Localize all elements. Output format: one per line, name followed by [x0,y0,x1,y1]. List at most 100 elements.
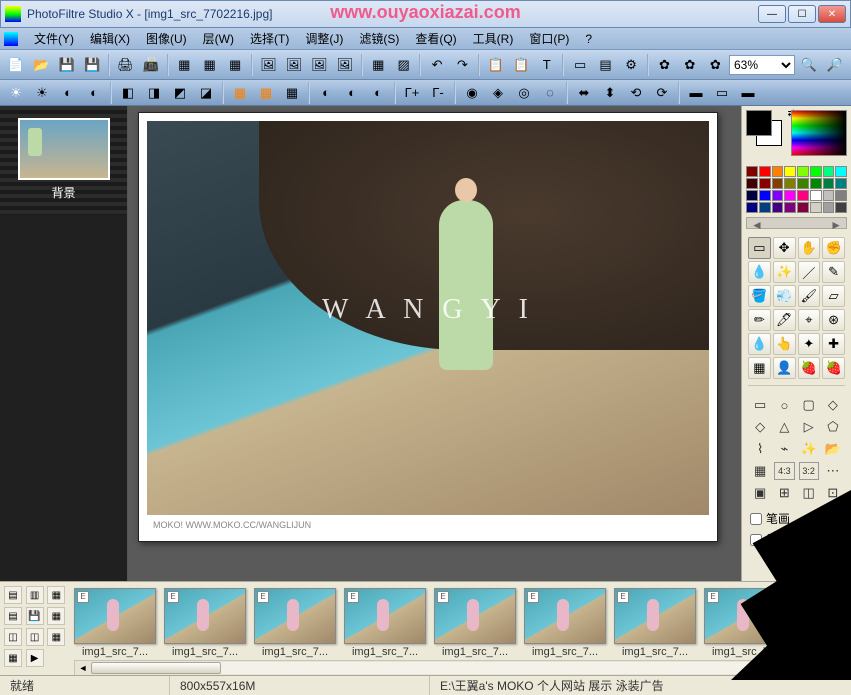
text-icon[interactable]: T [535,53,558,77]
eraser-tool-icon[interactable]: ▱ [822,285,845,307]
flip-h-icon[interactable]: ⬌ [572,81,596,105]
saveas-icon[interactable]: 💾 [80,53,103,77]
polygon-shape-icon[interactable]: ⬠ [823,418,843,436]
pan-tool-icon[interactable]: ✊ [822,237,845,259]
guides-icon[interactable]: ⊞ [774,484,794,502]
module-icon[interactable]: ▬ [736,81,760,105]
pen-tool-icon[interactable]: ✎ [822,261,845,283]
palette-swatch[interactable] [823,178,835,189]
thumb-tool-icon[interactable]: ▦ [47,586,65,604]
maximize-button[interactable]: ☐ [788,5,816,23]
triangle2-shape-icon[interactable]: ▷ [799,418,819,436]
open-icon[interactable]: 📂 [29,53,52,77]
thumbnail-image[interactable] [524,588,606,644]
saturation-minus-icon[interactable]: ◩ [168,81,192,105]
palette-swatch[interactable] [810,178,822,189]
wand-tool-icon[interactable]: ✨ [773,261,796,283]
thumb-tool-icon[interactable]: ◫ [26,628,44,646]
gamma-auto-plus-icon[interactable]: Γ+ [400,81,424,105]
layers-icon[interactable]: ▤ [594,53,617,77]
scroll-left-icon[interactable]: ◄ [75,661,91,675]
ratio-shape-icon[interactable]: ▦ [750,462,770,480]
palette-swatch[interactable] [759,190,771,201]
redo-icon[interactable]: ↷ [451,53,474,77]
automate-icon[interactable]: ⚙ [619,53,642,77]
palette-swatch[interactable] [797,166,809,177]
blur-tool-icon[interactable]: 💧 [748,333,771,355]
fullscreen-icon[interactable]: 🖼 [333,53,356,77]
image-size-icon[interactable]: ▦ [173,53,196,77]
thumb-tool-icon[interactable]: ▤ [4,607,22,625]
thumbnail-image[interactable] [434,588,516,644]
zoom-select[interactable]: 63% [729,55,795,75]
palette-swatch[interactable] [835,178,847,189]
contrast-minus-icon[interactable]: ◐ [56,81,80,105]
palette-scroll[interactable]: ◄► [746,217,847,229]
line-tool-icon[interactable]: ／ [798,261,821,283]
nozzle-tool-icon[interactable]: 🍓 [798,357,821,379]
preview-icon[interactable]: 🖼 [308,53,331,77]
thumb-tool-icon[interactable]: ▦ [4,649,22,667]
plugin3-icon[interactable]: ✿ [704,53,727,77]
saturation-plus-icon[interactable]: ◪ [194,81,218,105]
stroke-checkbox[interactable] [750,513,762,525]
thumbnail-item[interactable]: img1_src_7... [614,588,696,658]
system-menu-icon[interactable] [4,32,18,46]
thumbnail-item[interactable]: img1_src_7... [524,588,606,658]
sepia-icon[interactable]: ◐ [340,81,364,105]
palette-swatch[interactable] [746,202,758,213]
palette-swatch[interactable] [772,178,784,189]
retouch-tool-icon[interactable]: ✦ [798,333,821,355]
minimize-button[interactable]: — [758,5,786,23]
wand-shape-icon[interactable]: ✨ [799,440,819,458]
folder-shape-icon[interactable]: 📂 [823,440,843,458]
thumbnail-item[interactable]: img1_src_7... [74,588,156,658]
thumb-scrollbar[interactable]: ◄ ► [74,660,847,675]
noise-icon[interactable]: ◌ [538,81,562,105]
marquee-icon[interactable]: ◫ [799,484,819,502]
thumb-tool-icon[interactable]: ▦ [47,628,65,646]
palette-swatch[interactable] [759,166,771,177]
clone-tool-icon[interactable]: ⌖ [798,309,821,331]
rgb-icon[interactable]: ▦ [367,53,390,77]
hue-icon[interactable]: ▦ [280,81,304,105]
rect-shape-icon[interactable]: ▭ [750,396,770,414]
palette-swatch[interactable] [746,178,758,189]
thumbnail-item[interactable]: img1_src_7... [254,588,336,658]
palette-swatch[interactable] [784,178,796,189]
selection-tool-icon[interactable]: ▭ [748,237,771,259]
ellipse-shape-icon[interactable]: ○ [774,396,794,414]
thumbnail-item[interactable]: img1_src_7... [434,588,516,658]
palette-swatch[interactable] [835,190,847,201]
art-tool-icon[interactable]: 🍓 [822,357,845,379]
menu-image[interactable]: 图像(U) [138,30,195,47]
pencil-tool-icon[interactable]: ✏ [748,309,771,331]
brightness-plus-icon[interactable]: ☀ [30,81,54,105]
rotate-left-icon[interactable]: ⟲ [624,81,648,105]
palette-swatch[interactable] [823,166,835,177]
selection-icon[interactable]: ▭ [568,53,591,77]
thumbnail-item[interactable]: img1_src_7... [344,588,426,658]
menu-window[interactable]: 窗口(P) [521,30,577,47]
menu-view[interactable]: 查看(Q) [407,30,464,47]
save-icon[interactable]: 💾 [55,53,78,77]
hand-tool-icon[interactable]: ✋ [798,237,821,259]
thumb-tool-icon[interactable]: ▦ [47,607,65,625]
color-spectrum[interactable] [791,110,847,156]
palette-swatch[interactable] [772,190,784,201]
thumb-tool-icon[interactable]: ◫ [4,628,22,646]
advbrush-tool-icon[interactable]: 🖊 [773,309,796,331]
menu-select[interactable]: 选择(T) [242,30,297,47]
move-tool-icon[interactable]: ✥ [773,237,796,259]
menu-layer[interactable]: 层(W) [195,30,242,47]
brush-tool-icon[interactable]: 🖌 [798,285,821,307]
menu-file[interactable]: 文件(Y) [26,30,82,47]
grayscale-icon[interactable]: ◐ [314,81,338,105]
plugin2-icon[interactable]: ✿ [678,53,701,77]
palette-swatch[interactable] [835,166,847,177]
spray-tool-icon[interactable]: 💨 [773,285,796,307]
gamma-plus-icon[interactable]: ◨ [142,81,166,105]
smudge-tool-icon[interactable]: 👆 [773,333,796,355]
paste-icon[interactable]: 📋 [510,53,533,77]
copy-icon[interactable]: 📋 [484,53,507,77]
